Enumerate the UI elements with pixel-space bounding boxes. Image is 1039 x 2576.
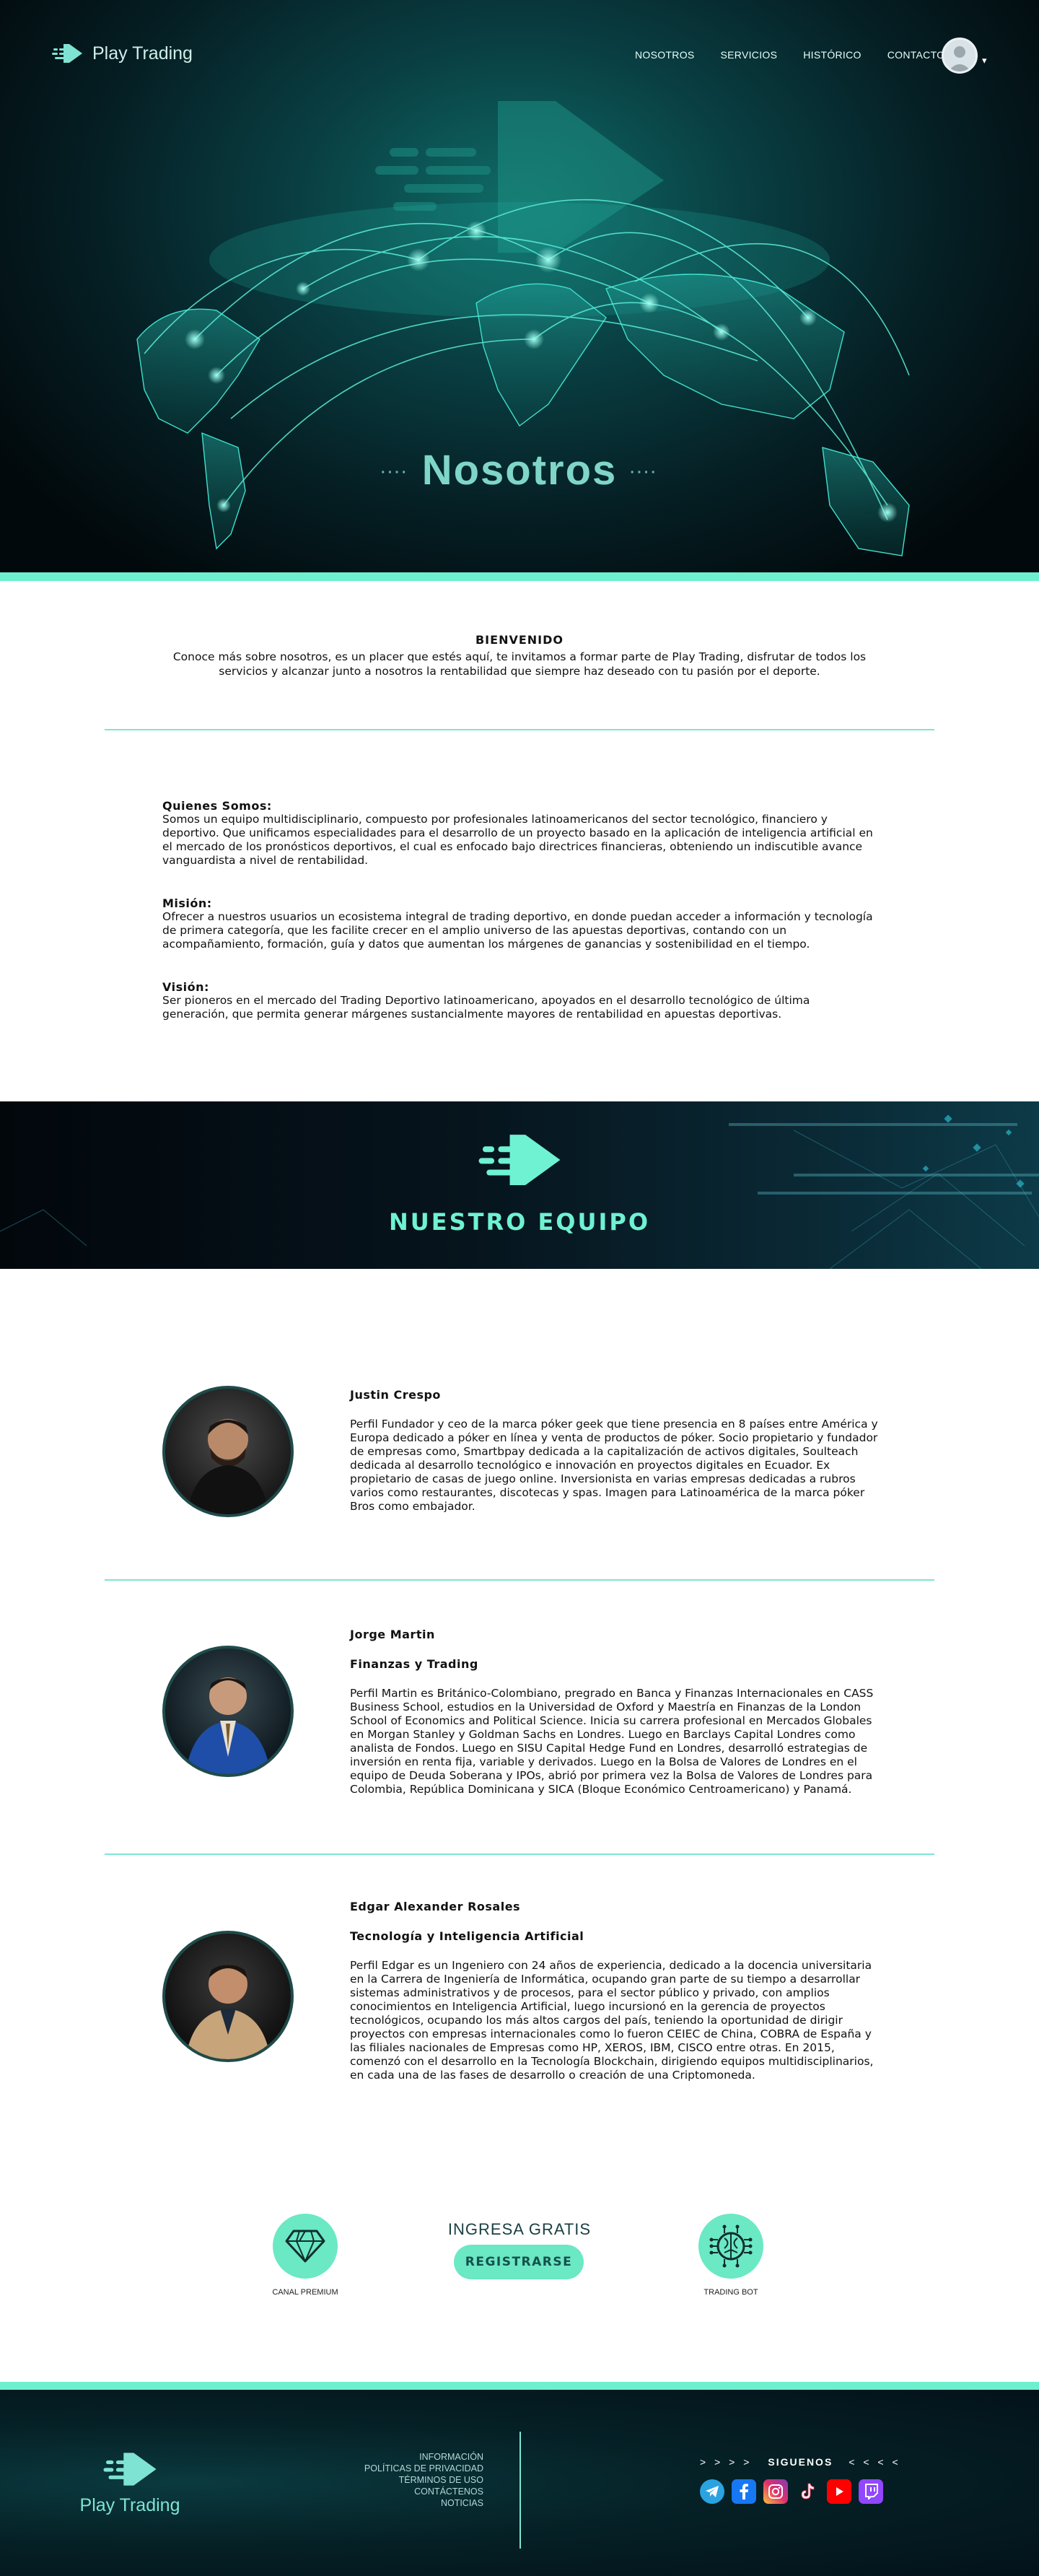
play-trading-logo-icon (478, 1135, 561, 1185)
about-vision-title: Visión: (162, 980, 209, 994)
trading-bot-button[interactable] (698, 2214, 763, 2279)
cta-section: CANAL PREMIUM INGRESA GRATIS REGISTRARSE… (0, 2187, 1039, 2382)
team-member-card: Jorge Martin Finanzas y Trading Perfil M… (0, 1581, 1039, 1854)
follow-arrows-left: > > > > (700, 2456, 753, 2468)
hero-divider-bar (0, 572, 1039, 581)
member-name: Jorge Martin (350, 1628, 435, 1641)
footer-links: INFORMACIÓN POLÍTICAS DE PRIVACIDAD TÉRM… (339, 2452, 483, 2508)
twitch-icon[interactable] (859, 2479, 883, 2504)
footer-link-informacion[interactable]: INFORMACIÓN (339, 2452, 483, 2462)
follow-us-label: SIGUENOS (768, 2456, 833, 2468)
member-photo-justin (162, 1386, 294, 1517)
team-banner: NUESTRO EQUIPO (0, 1101, 1039, 1269)
team-member-card: Justin Crespo Perfil Fundador y ceo de l… (0, 1384, 1039, 1579)
about-vision-text: Ser pioneros en el mercado del Trading D… (162, 994, 810, 1021)
register-button[interactable]: REGISTRARSE (454, 2245, 584, 2279)
brand-logo[interactable]: Play Trading (51, 42, 193, 65)
nav-link-nosotros[interactable]: NOSOTROS (635, 49, 695, 61)
about-mission-text: Ofrecer a nuestros usuarios un ecosistem… (162, 910, 873, 951)
tiktok-icon[interactable] (795, 2479, 820, 2504)
telegram-icon[interactable] (700, 2479, 724, 2504)
about-vision-block: Visión: Ser pioneros en el mercado del T… (162, 980, 873, 1021)
nav-link-contacto[interactable]: CONTACTO (887, 49, 945, 61)
member-info: Jorge Martin Finanzas y Trading Perfil M… (350, 1628, 880, 1796)
about-mission-title: Misión: (162, 896, 212, 910)
diamond-icon (285, 2230, 325, 2263)
user-menu[interactable]: ▾ (942, 38, 987, 74)
top-navbar: Play Trading NOSOTROS SERVICIOS HISTÓRIC… (0, 0, 1039, 112)
member-bio: Perfil Martin es Británico-Colombiano, p… (350, 1687, 874, 1796)
footer-link-contactenos[interactable]: CONTÁCTENOS (339, 2487, 483, 2497)
social-links (700, 2479, 883, 2504)
member-name: Edgar Alexander Rosales (350, 1900, 521, 1913)
follow-us-heading: > > > > SIGUENOS < < < < (700, 2456, 901, 2468)
intro-text: Conoce más sobre nosotros, es un placer … (172, 650, 867, 678)
about-mission-block: Misión: Ofrecer a nuestros usuarios un e… (162, 896, 873, 951)
hero-dots-left: ···· (380, 465, 409, 481)
member-info: Edgar Alexander Rosales Tecnología y Int… (350, 1900, 880, 2082)
about-who-block: Quienes Somos: Somos un equipo multidisc… (162, 799, 873, 868)
footer-link-noticias[interactable]: NOTICIAS (339, 2498, 483, 2508)
member-info: Justin Crespo Perfil Fundador y ceo de l… (350, 1388, 880, 1514)
footer-brand-name: Play Trading (79, 2495, 180, 2515)
nav-link-servicios[interactable]: SERVICIOS (721, 49, 778, 61)
chevron-down-icon[interactable]: ▾ (982, 56, 987, 66)
team-section: Justin Crespo Perfil Fundador y ceo de l… (0, 1269, 1039, 2187)
canal-premium-button[interactable] (273, 2214, 338, 2279)
play-trading-logo-icon (52, 44, 82, 63)
footer-separator (520, 2432, 521, 2549)
ingresa-gratis-label: INGRESA GRATIS (447, 2220, 592, 2238)
footer-link-terminos[interactable]: TÉRMINOS DE USO (339, 2475, 483, 2485)
hero-title-text: Nosotros (421, 447, 618, 494)
ai-brain-chip-icon (709, 2224, 753, 2268)
follow-arrows-right: < < < < (849, 2456, 901, 2468)
about-who-title: Quienes Somos: (162, 799, 272, 813)
about-who-text: Somos un equipo multidisciplinario, comp… (162, 813, 873, 867)
footer-link-privacidad[interactable]: POLÍTICAS DE PRIVACIDAD (339, 2463, 483, 2474)
team-member-card: Edgar Alexander Rosales Tecnología y Int… (0, 1855, 1039, 2187)
trading-bot-label: TRADING BOT (703, 2288, 758, 2297)
footer-divider-bar (0, 2382, 1039, 2390)
member-photo-edgar (162, 1931, 294, 2062)
nav-links: NOSOTROS SERVICIOS HISTÓRICO CONTACTO (635, 49, 944, 61)
play-trading-logo-icon (103, 2453, 157, 2486)
about-section: Quienes Somos: Somos un equipo multidisc… (0, 730, 1039, 1021)
member-bio: Perfil Fundador y ceo de la marca póker … (350, 1418, 878, 1513)
hero-section: Play Trading NOSOTROS SERVICIOS HISTÓRIC… (0, 0, 1039, 581)
intro-section: BIENVENIDO Conoce más sobre nosotros, es… (0, 581, 1039, 678)
footer: Play Trading INFORMACIÓN POLÍTICAS DE PR… (0, 2390, 1039, 2576)
member-role: Finanzas y Trading (350, 1657, 478, 1671)
member-name: Justin Crespo (350, 1388, 441, 1402)
member-bio: Perfil Edgar es un Ingeniero con 24 años… (350, 1959, 874, 2082)
instagram-icon[interactable] (763, 2479, 788, 2504)
user-avatar-icon[interactable] (942, 38, 978, 74)
youtube-icon[interactable] (827, 2479, 851, 2504)
member-role: Tecnología y Inteligencia Artificial (350, 1929, 584, 1943)
footer-brand-logo[interactable]: Play Trading (79, 2449, 180, 2516)
intro-title: BIENVENIDO (475, 633, 564, 647)
facebook-icon[interactable] (732, 2479, 756, 2504)
nav-link-historico[interactable]: HISTÓRICO (803, 49, 861, 61)
member-photo-jorge (162, 1646, 294, 1777)
team-title: NUESTRO EQUIPO (388, 1208, 651, 1236)
hero-dots-right: ···· (630, 465, 659, 481)
brand-name: Play Trading (92, 43, 193, 64)
canal-premium-label: CANAL PREMIUM (272, 2288, 338, 2297)
hero-title: ···· Nosotros ···· (0, 446, 1039, 494)
